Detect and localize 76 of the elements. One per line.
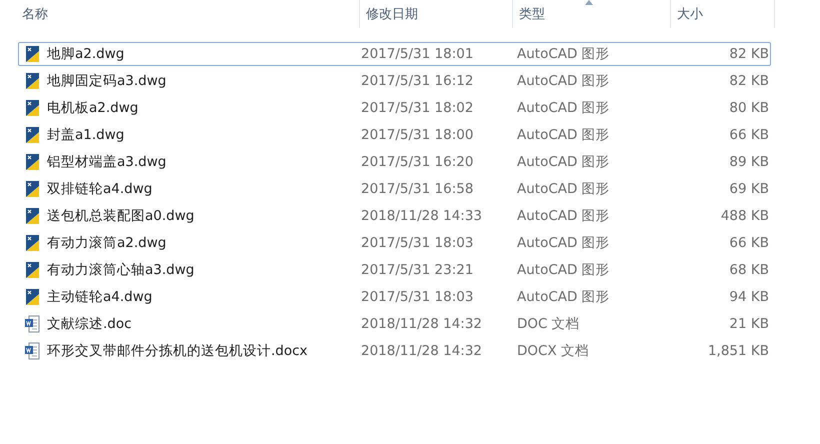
modified-date: 2017/5/31 23:21 — [361, 262, 474, 278]
file-type: AutoCAD 图形 — [517, 180, 611, 198]
file-type: DOC 文档 — [517, 315, 581, 333]
document-file-icon — [24, 315, 42, 333]
file-type: AutoCAD 图形 — [517, 126, 611, 144]
file-size: 66 KB — [728, 127, 770, 143]
file-name: 文献综述.doc — [47, 315, 132, 333]
file-name: 封盖a1.dwg — [47, 126, 124, 144]
file-size: 82 KB — [728, 46, 770, 62]
file-size: 80 KB — [728, 100, 770, 116]
file-type: AutoCAD 图形 — [517, 207, 611, 225]
file-row[interactable]: 有动力滚筒心轴a3.dwg 2017/5/31 23:21 AutoCAD 图形 68 KB — [18, 258, 771, 282]
file-type: AutoCAD 图形 — [517, 234, 611, 252]
file-size: 69 KB — [728, 181, 770, 197]
file-row[interactable]: 封盖a1.dwg 2017/5/31 18:00 AutoCAD 图形 66 KB — [18, 123, 771, 147]
drawing-file-icon — [24, 234, 42, 252]
file-name: 环形交叉带邮件分拣机的送包机设计.docx — [47, 342, 308, 360]
file-row[interactable]: 环形交叉带邮件分拣机的送包机设计.docx 2018/11/28 14:32 DOCX 文档 1,851 KB — [18, 339, 771, 363]
file-row[interactable]: 铝型材端盖a3.dwg 2017/5/31 16:20 AutoCAD 图形 89 KB — [18, 150, 771, 174]
modified-date: 2017/5/31 18:02 — [361, 100, 474, 116]
file-row[interactable]: 电机板a2.dwg 2017/5/31 18:02 AutoCAD 图形 80 KB — [18, 96, 771, 120]
modified-date: 2018/11/28 14:33 — [361, 208, 484, 224]
file-name: 电机板a2.dwg — [47, 99, 138, 117]
modified-date: 2017/5/31 18:03 — [361, 235, 474, 251]
column-header[interactable]: 名称 — [0, 0, 360, 28]
file-size: 488 KB — [720, 208, 770, 224]
file-row[interactable]: 主动链轮a4.dwg 2017/5/31 18:03 AutoCAD 图形 94 KB — [18, 285, 771, 309]
file-size: 82 KB — [728, 73, 770, 89]
drawing-file-icon — [24, 45, 42, 63]
drawing-file-icon — [24, 153, 42, 171]
file-type: AutoCAD 图形 — [517, 288, 611, 306]
modified-date: 2018/11/28 14:32 — [361, 316, 484, 332]
file-type: DOCX 文档 — [517, 342, 590, 360]
file-type: AutoCAD 图形 — [517, 99, 611, 117]
modified-date: 2017/5/31 18:00 — [361, 127, 474, 143]
modified-date: 2017/5/31 18:03 — [361, 289, 474, 305]
file-size: 89 KB — [728, 154, 770, 170]
drawing-file-icon — [24, 99, 42, 117]
modified-date: 2018/11/28 14:32 — [361, 343, 484, 359]
file-name: 铝型材端盖a3.dwg — [47, 153, 166, 171]
file-row[interactable]: 文献综述.doc 2018/11/28 14:32 DOC 文档 21 KB — [18, 312, 771, 336]
file-size: 68 KB — [728, 262, 770, 278]
file-row[interactable]: 地脚固定码a3.dwg 2017/5/31 16:12 AutoCAD 图形 82 KB — [18, 69, 771, 93]
document-file-icon — [24, 342, 42, 360]
file-name: 地脚a2.dwg — [47, 45, 124, 63]
file-size: 94 KB — [728, 289, 770, 305]
modified-date: 2017/5/31 16:20 — [361, 154, 474, 170]
file-size: 21 KB — [728, 316, 770, 332]
file-size: 1,851 KB — [706, 343, 770, 359]
drawing-file-icon — [24, 72, 42, 90]
column-header[interactable]: 大小 — [671, 0, 775, 28]
file-name: 主动链轮a4.dwg — [47, 288, 152, 306]
file-name: 有动力滚筒心轴a3.dwg — [47, 261, 194, 279]
column-header[interactable]: 类型 — [513, 0, 671, 28]
file-name: 送包机总装配图a0.dwg — [47, 207, 194, 225]
column-header[interactable]: 修改日期 — [360, 0, 513, 28]
file-name: 地脚固定码a3.dwg — [47, 72, 166, 90]
modified-date: 2017/5/31 16:58 — [361, 181, 474, 197]
file-row[interactable]: 送包机总装配图a0.dwg 2018/11/28 14:33 AutoCAD 图形 488 KB — [18, 204, 771, 228]
drawing-file-icon — [24, 126, 42, 144]
file-row[interactable]: 有动力滚筒a2.dwg 2017/5/31 18:03 AutoCAD 图形 66 KB — [18, 231, 771, 255]
file-name: 有动力滚筒a2.dwg — [47, 234, 166, 252]
file-type: AutoCAD 图形 — [517, 261, 611, 279]
modified-date: 2017/5/31 18:01 — [361, 46, 474, 62]
drawing-file-icon — [24, 288, 42, 306]
file-size: 66 KB — [728, 235, 770, 251]
file-type: AutoCAD 图形 — [517, 153, 611, 171]
file-name: 双排链轮a4.dwg — [47, 180, 152, 198]
file-type: AutoCAD 图形 — [517, 72, 611, 90]
drawing-file-icon — [24, 207, 42, 225]
modified-date: 2017/5/31 16:12 — [361, 73, 474, 89]
drawing-file-icon — [24, 261, 42, 279]
file-row[interactable]: 地脚a2.dwg 2017/5/31 18:01 AutoCAD 图形 82 KB — [18, 42, 771, 66]
drawing-file-icon — [24, 180, 42, 198]
file-row[interactable]: 双排链轮a4.dwg 2017/5/31 16:58 AutoCAD 图形 69 KB — [18, 177, 771, 201]
file-type: AutoCAD 图形 — [517, 45, 611, 63]
